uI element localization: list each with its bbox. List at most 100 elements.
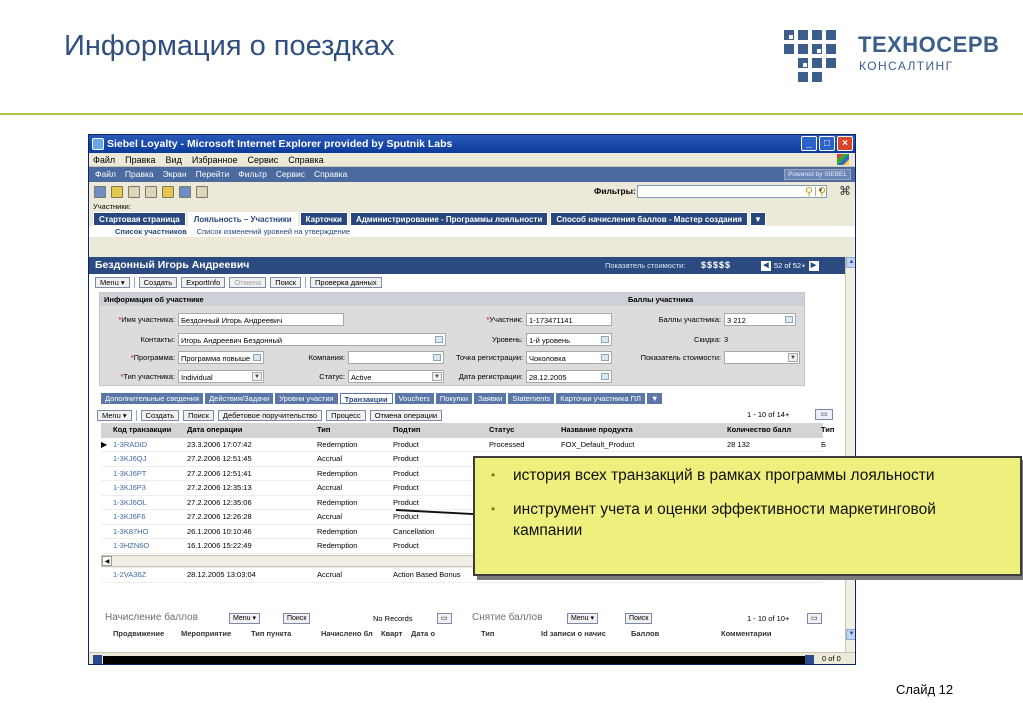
writeoff-menu-button[interactable]: Menu ▾ [567, 613, 598, 624]
siebel-menu-file[interactable]: Файл [95, 167, 116, 182]
ie-menu-file[interactable]: Файл [93, 153, 115, 166]
ie-menu-tools[interactable]: Сервис [247, 153, 278, 166]
contacts-field[interactable]: Игорь Андреевич Бездонный [178, 333, 446, 346]
tab-loyalty-members[interactable]: Лояльность – Участники [187, 212, 298, 226]
siebel-menu-edit[interactable]: Правка [125, 167, 154, 182]
reg-date-field[interactable]: 28.12.2005 [526, 370, 612, 383]
cancel-button[interactable]: Отмена [229, 276, 267, 288]
tab-activities[interactable]: Действия/Задачи [205, 393, 274, 404]
siebel-menu-go[interactable]: Перейти [196, 167, 230, 182]
list-create-button[interactable]: Создать [140, 410, 180, 421]
col-event[interactable]: Мероприятие [181, 629, 231, 638]
accrual-search-button[interactable]: Поиск [283, 613, 311, 624]
tab-program-admin[interactable]: Администрирование - Программы лояльности [349, 212, 549, 226]
col-product[interactable]: Название продукта [561, 423, 727, 438]
siebel-menu-screen[interactable]: Экран [163, 167, 187, 182]
prev-record-icon[interactable]: ◀ [761, 260, 771, 271]
minimize-button[interactable]: _ [801, 136, 817, 151]
name-field[interactable]: Бездонный Игорь Андреевич [178, 313, 344, 326]
col-comments[interactable]: Комментарии [721, 629, 772, 638]
col-promotion[interactable]: Продвижение [113, 629, 164, 638]
status-right-icon[interactable] [805, 655, 814, 664]
tab-tiers[interactable]: Уровни участия [275, 393, 338, 404]
scroll-down-icon[interactable]: ▼ [846, 629, 855, 640]
cell-code[interactable]: 1-3RADID [111, 438, 187, 452]
chevron-down-icon[interactable]: ▼ [252, 372, 262, 381]
delete-icon[interactable] [196, 186, 208, 198]
menu-button[interactable]: Menu ▾ [95, 276, 130, 288]
tab-cards[interactable]: Карточки [299, 212, 348, 226]
home-icon[interactable] [128, 186, 140, 198]
create-button[interactable]: Создать [138, 276, 178, 288]
col-accrual-id[interactable]: Id записи о начис [541, 629, 606, 638]
tab-vouchers[interactable]: Vouchers [394, 393, 434, 404]
col-date[interactable]: Дата операции [187, 423, 317, 438]
writeoff-search-button[interactable]: Поиск [625, 613, 653, 624]
member-id-field[interactable]: 1-173471141 [526, 313, 612, 326]
cost-select[interactable]: ▼ [724, 351, 800, 364]
siebel-menu-tools[interactable]: Сервис [276, 167, 305, 182]
list-menu-button[interactable]: Menu ▾ [97, 410, 132, 421]
pick-icon[interactable] [601, 336, 609, 343]
cell-code[interactable]: 1-3KJ6QJ [111, 452, 187, 466]
next-record-icon[interactable]: ▶ [808, 260, 819, 271]
search-icon[interactable]: ⚲⚲ [805, 185, 831, 198]
col-accrued[interactable]: Начислено бл [321, 629, 373, 638]
pick-icon[interactable] [785, 316, 793, 323]
cell-code[interactable]: 1-2VA36Z [111, 568, 187, 582]
table-row[interactable]: ▶ 1-3RADID 23.3.2006 17:07:42 Redemption Pro… [101, 437, 826, 452]
pick-icon[interactable] [253, 354, 261, 361]
check-data-button[interactable]: Проверка данных [310, 276, 382, 288]
col-code[interactable]: Код транзакции [111, 423, 187, 438]
list-search-button[interactable]: Поиск [183, 410, 214, 421]
cell-code[interactable]: 1-3KJ6F6 [111, 510, 187, 524]
col-quarter[interactable]: Кварт [381, 629, 402, 638]
binoculars-icon[interactable]: ⌘ [839, 184, 851, 198]
tabs-more-chevron-icon[interactable]: ▼ [750, 212, 766, 226]
points-field[interactable]: 3 212 [724, 313, 796, 326]
cell-code[interactable]: 1-3KJ6OL [111, 496, 187, 510]
page-vertical-scrollbar[interactable]: ▲ ▼ [845, 257, 855, 652]
edit-icon[interactable] [162, 186, 174, 198]
cancel-operation-button[interactable]: Отмена операции [369, 410, 443, 421]
ie-menu-favorites[interactable]: Избранное [192, 153, 238, 166]
col-wo-points[interactable]: Баллов [631, 629, 659, 638]
col-subtype[interactable]: Подтип [393, 423, 489, 438]
cell-code[interactable]: 1-3KJ6P3 [111, 481, 187, 495]
status-select[interactable]: Active ▼ [348, 370, 444, 383]
cell-code[interactable]: 1-3K87HO [111, 525, 187, 539]
export-info-button[interactable]: ExportInfo [181, 276, 226, 288]
pick-icon[interactable] [601, 354, 609, 361]
scroll-left-icon[interactable]: ◀ [102, 556, 112, 566]
type-select[interactable]: Individual ▼ [178, 370, 264, 383]
calendar-icon[interactable] [601, 373, 609, 380]
filter-select[interactable]: ▼ [637, 185, 827, 198]
pick-icon[interactable] [433, 354, 441, 361]
siebel-menu-filter[interactable]: Фильтр [238, 167, 267, 182]
search-button[interactable]: Поиск [270, 276, 302, 288]
chevron-down-icon[interactable]: ▼ [788, 353, 798, 362]
view-member-list[interactable]: Список участников [115, 226, 187, 237]
company-field[interactable] [348, 351, 444, 364]
accrual-menu-button[interactable]: Menu ▾ [229, 613, 260, 624]
accrual-export-icon[interactable]: ▭ [437, 613, 452, 624]
chevron-down-icon[interactable]: ▼ [432, 372, 442, 381]
tab-member-cards[interactable]: Карточки участника ПЛ [556, 393, 645, 404]
status-left-icon[interactable] [93, 655, 102, 664]
tab-requests[interactable]: Заявки [474, 393, 507, 404]
close-button[interactable]: × [837, 136, 853, 151]
cell-code[interactable]: 1-3HZN6O [111, 539, 187, 553]
program-field[interactable]: Программа повыше [178, 351, 264, 364]
ie-menu-view[interactable]: Вид [166, 153, 182, 166]
col-point-type[interactable]: Тип пункта [251, 629, 291, 638]
reg-point-field[interactable]: Чоколовка [526, 351, 612, 364]
tab-purchases[interactable]: Покупки [435, 393, 473, 404]
tab-transactions[interactable]: Транзакции [339, 393, 393, 404]
scroll-up-icon[interactable]: ▲ [846, 257, 855, 268]
cell-code[interactable]: 1-3KJ6PT [111, 467, 187, 481]
tabs-more-chevron-icon[interactable]: ▼ [646, 393, 663, 404]
calendar-icon[interactable] [179, 186, 191, 198]
ie-menu-help[interactable]: Справка [288, 153, 323, 166]
tab-home[interactable]: Стартовая страница [93, 212, 186, 226]
debit-guarantee-button[interactable]: Дебетовое поручительство [217, 410, 323, 421]
